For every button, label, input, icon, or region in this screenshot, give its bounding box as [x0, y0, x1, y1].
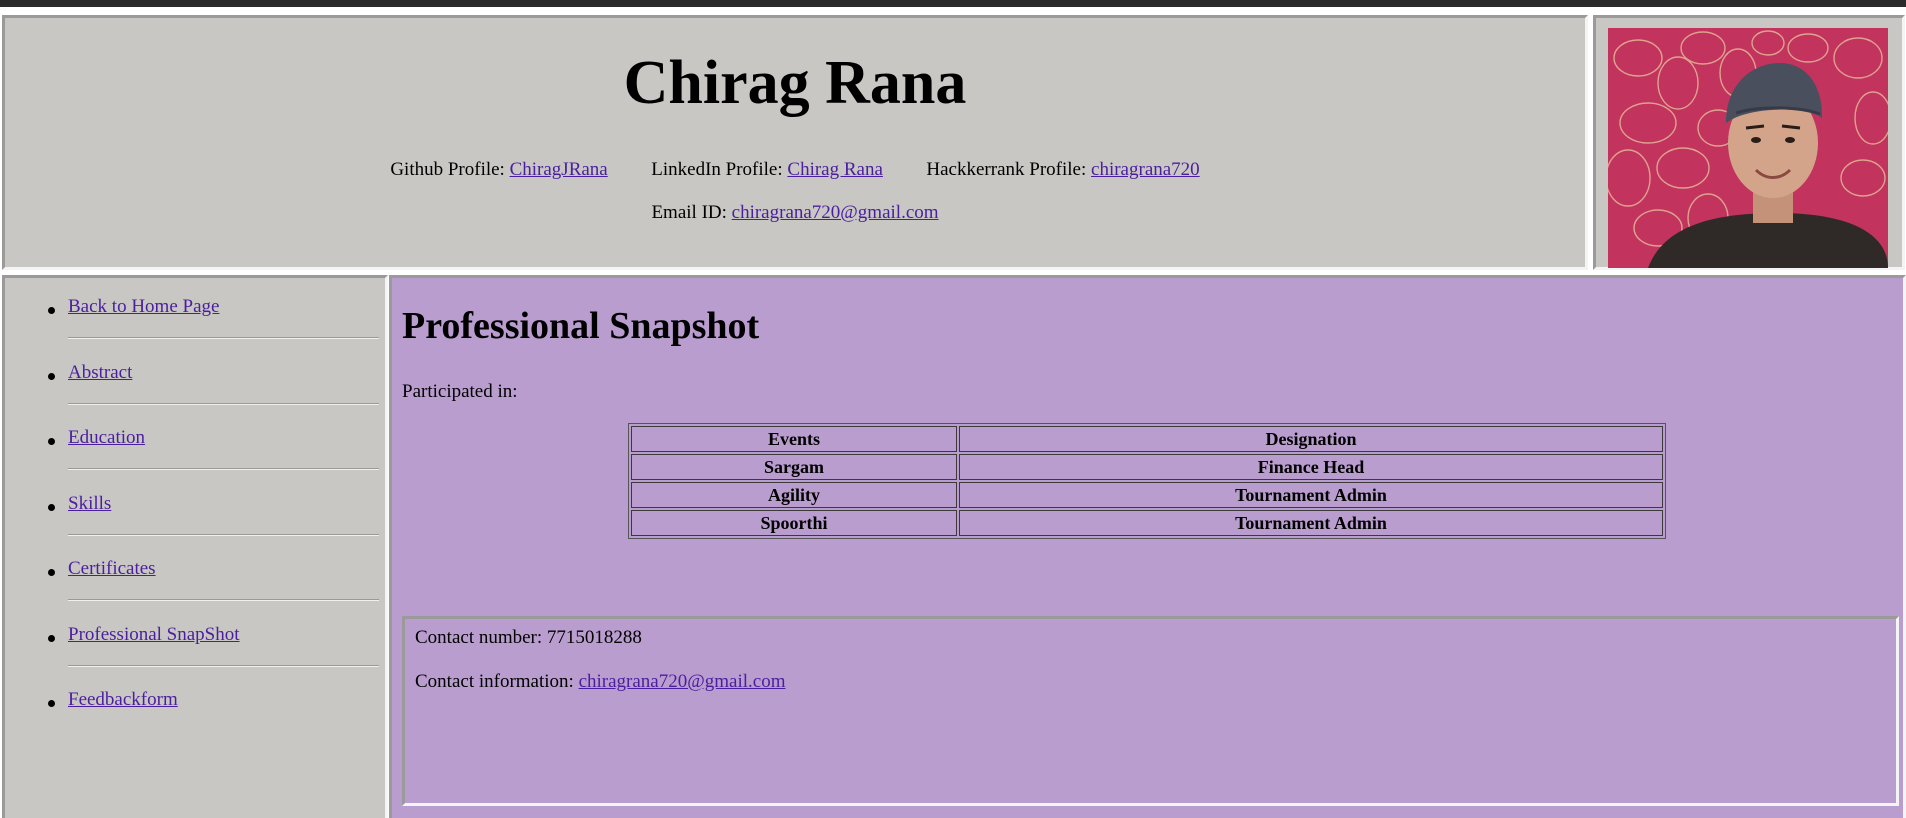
nav-divider	[68, 337, 379, 339]
nav-link-feedbackform[interactable]: Feedbackform	[68, 689, 178, 711]
designation-cell: Tournament Admin	[959, 482, 1663, 508]
column-header-events: Events	[631, 426, 957, 452]
nav-item-home: Back to Home Page	[33, 296, 379, 362]
nav-item-skills: Skills	[33, 493, 379, 559]
participated-label: Participated in:	[402, 381, 518, 402]
email-label: Email ID:	[651, 202, 727, 223]
nav-link-abstract[interactable]: Abstract	[68, 362, 132, 384]
designation-cell: Tournament Admin	[959, 510, 1663, 536]
table-row: Sargam Finance Head	[631, 454, 1663, 480]
table-header-row: Events Designation	[631, 426, 1663, 452]
nav-divider	[68, 533, 379, 536]
main-content: Professional Snapshot Participated in: E…	[389, 275, 1906, 818]
profile-links-row: Github Profile: ChiragJRana LinkedIn Pro…	[5, 159, 1585, 181]
profile-photo	[1608, 28, 1888, 268]
linkedin-label: LinkedIn Profile:	[651, 159, 783, 180]
table-row: Agility Tournament Admin	[631, 482, 1663, 508]
nav-link-home[interactable]: Back to Home Page	[68, 296, 219, 318]
contact-info-row: Contact information: chiragrana720@gmail…	[415, 671, 785, 693]
contact-number-row: Contact number: 7715018288	[415, 627, 642, 649]
event-cell: Spoorthi	[631, 510, 957, 536]
header-frame: Chirag Rana Github Profile: ChiragJRana …	[2, 15, 1588, 270]
contact-info-label: Contact information:	[415, 671, 574, 692]
nav-item-certificates: Certificates	[33, 558, 379, 624]
photo-frame	[1593, 15, 1905, 270]
nav-link-skills[interactable]: Skills	[68, 493, 111, 515]
hackerrank-label: Hackkerrank Profile:	[926, 159, 1087, 180]
sidebar-nav: Back to Home Page Abstract Education Ski…	[2, 275, 388, 818]
nav-divider	[68, 599, 379, 601]
nav-divider	[68, 468, 379, 470]
nav-link-professional-snapshot[interactable]: Professional SnapShot	[68, 624, 240, 646]
events-table: Events Designation Sargam Finance Head A…	[628, 423, 1666, 539]
hackerrank-link[interactable]: chiragrana720	[1091, 159, 1200, 180]
nav-divider	[68, 402, 379, 405]
nav-item-abstract: Abstract	[33, 362, 379, 428]
section-title: Professional Snapshot	[402, 305, 760, 347]
contact-frame: Contact number: 7715018288 Contact infor…	[402, 616, 1899, 806]
contact-email-link[interactable]: chiragrana720@gmail.com	[579, 671, 786, 692]
event-cell: Sargam	[631, 454, 957, 480]
nav-link-education[interactable]: Education	[68, 427, 145, 449]
nav-item-education: Education	[33, 427, 379, 493]
nav-list: Back to Home Page Abstract Education Ski…	[33, 296, 379, 755]
event-cell: Agility	[631, 482, 957, 508]
contact-number-label: Contact number:	[415, 627, 543, 648]
email-link[interactable]: chiragrana720@gmail.com	[732, 202, 939, 223]
window-top-bar	[0, 0, 1906, 7]
linkedin-link[interactable]: Chirag Rana	[787, 159, 883, 180]
nav-divider	[68, 664, 379, 667]
column-header-designation: Designation	[959, 426, 1663, 452]
designation-cell: Finance Head	[959, 454, 1663, 480]
github-link[interactable]: ChiragJRana	[510, 159, 608, 180]
contact-number-value: 7715018288	[546, 627, 642, 648]
nav-link-certificates[interactable]: Certificates	[68, 558, 156, 580]
nav-item-professional-snapshot: Professional SnapShot	[33, 624, 379, 690]
email-row: Email ID: chiragrana720@gmail.com	[5, 202, 1585, 224]
table-row: Spoorthi Tournament Admin	[631, 510, 1663, 536]
nav-item-feedbackform: Feedbackform	[33, 689, 379, 755]
page-title: Chirag Rana	[623, 49, 967, 117]
github-label: Github Profile:	[390, 159, 505, 180]
